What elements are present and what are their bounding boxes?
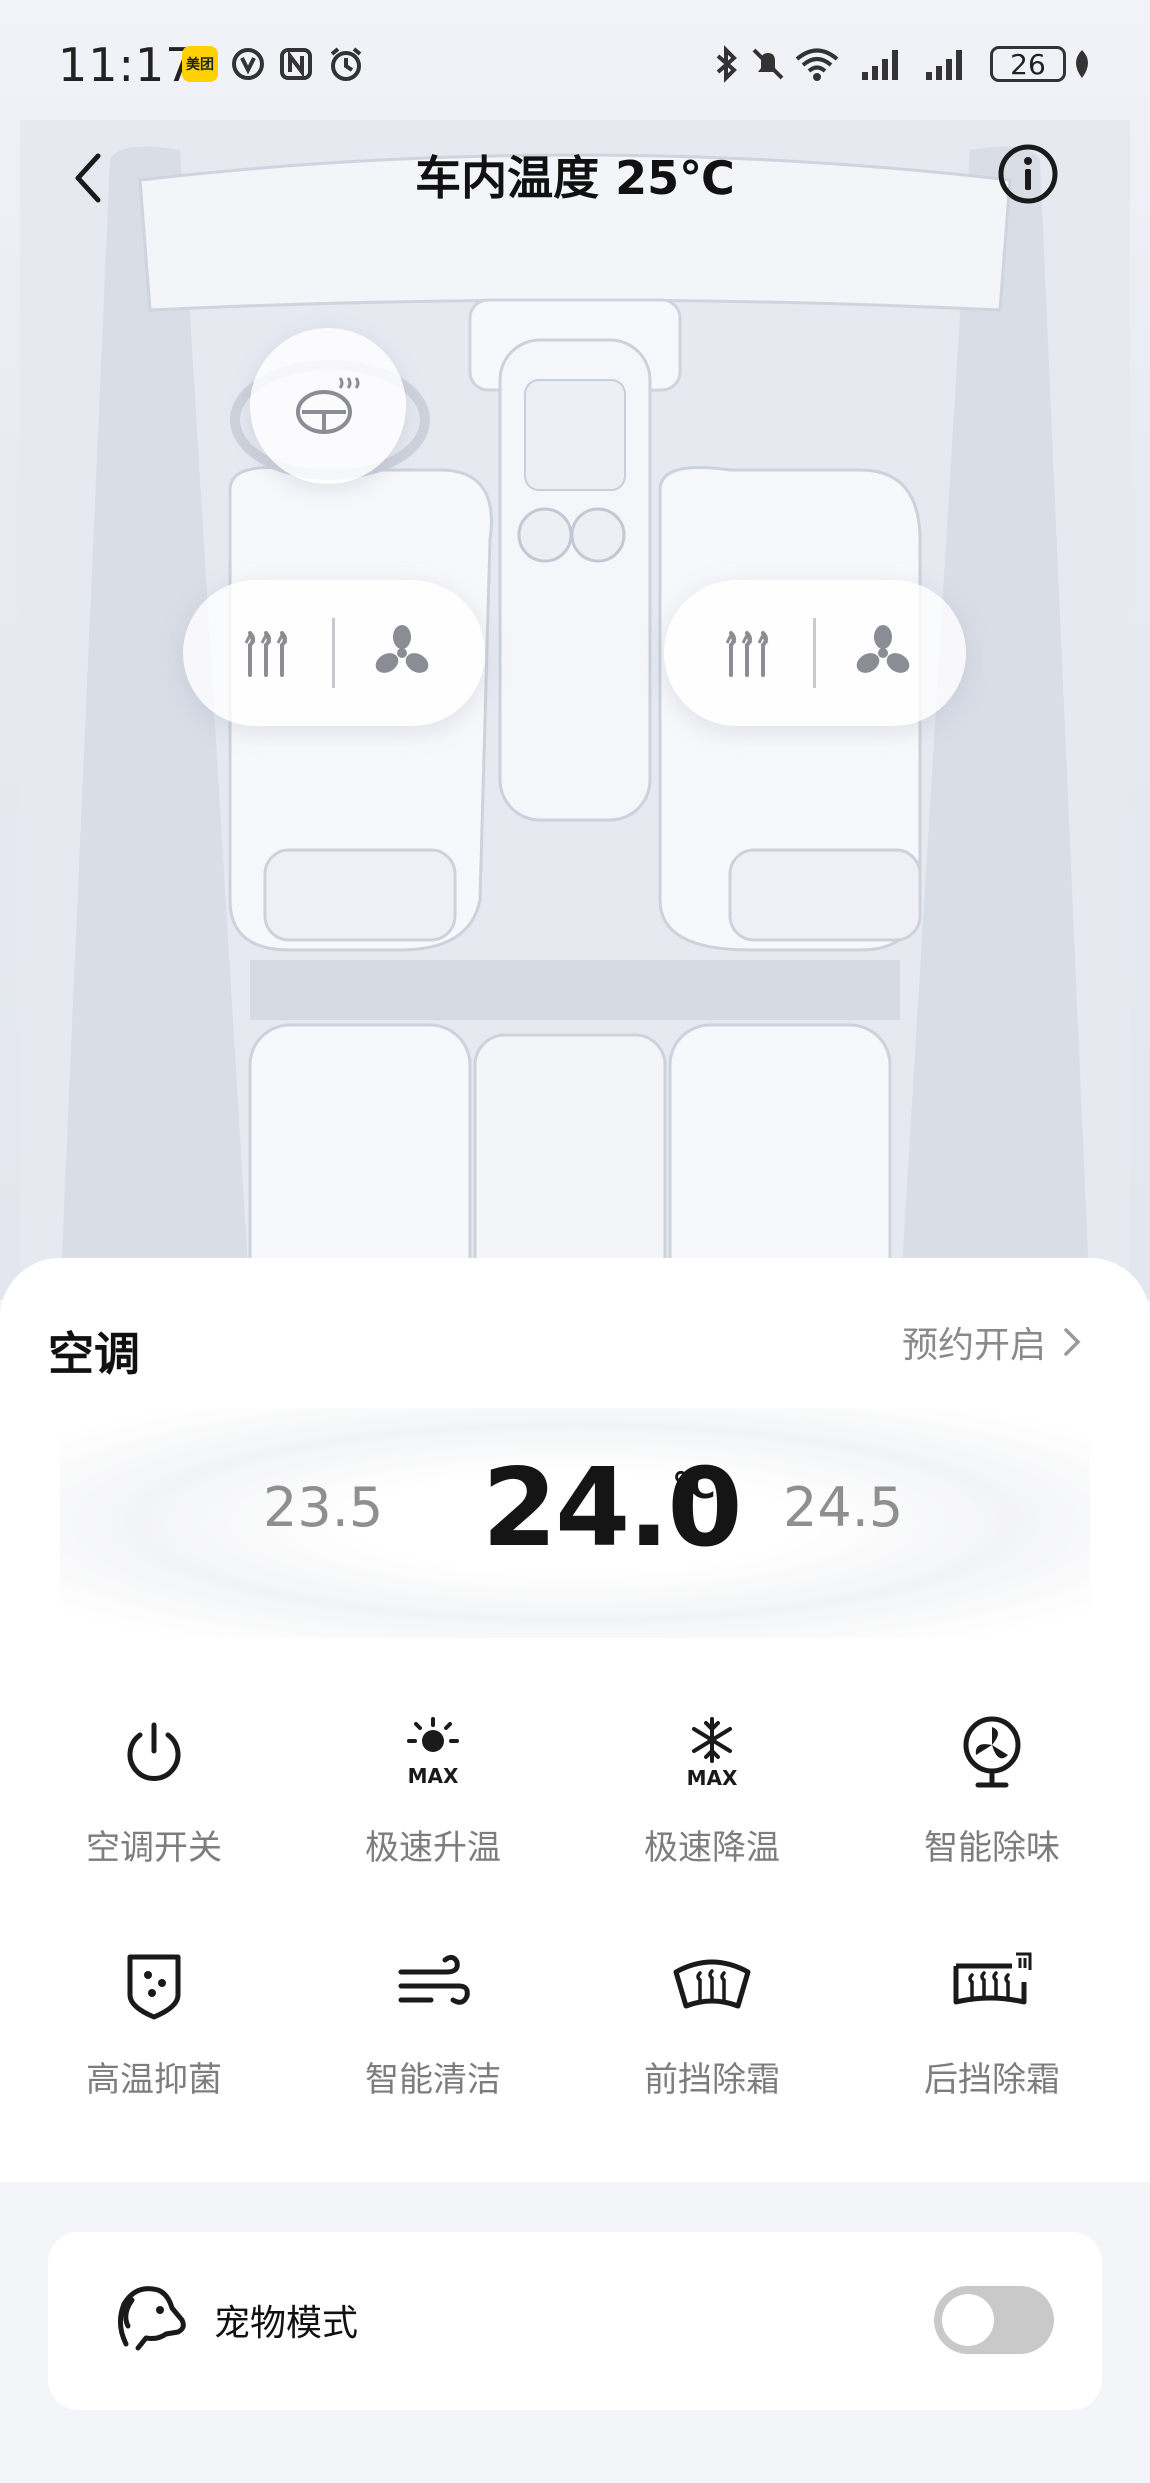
mute-bell-icon (752, 48, 784, 80)
temp-unit: ℃ (672, 1466, 716, 1507)
fan-purify-icon (947, 1708, 1037, 1798)
steering-wheel-heat-icon (296, 377, 360, 434)
wind-icon (388, 1940, 478, 2030)
front-defrost-button[interactable]: 前挡除霜 (582, 1940, 842, 2140)
control-label: 高温抑菌 (86, 2060, 222, 2100)
pill-divider (813, 618, 817, 688)
pet-mode-toggle[interactable] (934, 2286, 1054, 2354)
steering-wheel-heat-button[interactable] (250, 328, 406, 484)
status-bar: 11:17 美团 26 (0, 0, 1150, 130)
status-time: 11:17 (58, 38, 196, 92)
schedule-label: 预约开启 (901, 1325, 1046, 1366)
snowflake-max-icon: MAX (667, 1708, 757, 1798)
sun-max-icon: MAX (388, 1708, 478, 1798)
rear-defrost-button[interactable]: 后挡除霜 (862, 1940, 1122, 2140)
climate-panel: 空调 预约开启 23.5 24.0 ℃ 24.5 空调开关 MAX 极速升温 M… (0, 1258, 1150, 2182)
schedule-link[interactable]: 预约开启 (902, 1316, 1084, 1368)
temp-option-lower[interactable]: 23.5 (263, 1476, 383, 1539)
smart-deodorize-button[interactable]: 智能除味 (862, 1708, 1122, 1908)
alarm-icon (330, 47, 362, 81)
car-hero: 11:17 美团 26 车内温度 25℃ (0, 0, 1150, 1300)
rapid-heat-button[interactable]: MAX 极速升温 (303, 1708, 563, 1908)
control-label: 极速升温 (365, 1828, 501, 1868)
meituan-app-icon: 美团 (182, 46, 218, 82)
seat-heat-icon (725, 631, 769, 677)
control-label: 智能清洁 (365, 2060, 501, 2100)
seat-heat-icon (244, 631, 288, 677)
front-defrost-icon (667, 1940, 757, 2030)
high-temp-sterilize-button[interactable]: 高温抑菌 (24, 1940, 284, 2140)
page-title: 车内温度 25℃ (415, 151, 735, 205)
driver-seat-ventilation-button[interactable] (362, 613, 442, 693)
passenger-seat-controls (664, 580, 966, 726)
bluetooth-icon (716, 45, 737, 83)
chevron-right-icon (1064, 1328, 1081, 1356)
pill-divider (332, 618, 336, 688)
driver-seat-heat-button[interactable] (226, 613, 306, 693)
dog-icon (118, 2286, 186, 2351)
svg-text:MAX: MAX (408, 1764, 459, 1788)
control-label: 前挡除霜 (644, 2060, 780, 2100)
passenger-seat-heat-button[interactable] (707, 613, 787, 693)
temp-option-higher[interactable]: 24.5 (783, 1476, 903, 1539)
vpn-icon (232, 48, 264, 80)
passenger-seat-ventilation-button[interactable] (843, 613, 923, 693)
pet-mode-label: 宠物模式 (214, 2303, 359, 2344)
control-label: 智能除味 (924, 1828, 1060, 1868)
power-icon (109, 1708, 199, 1798)
nfc-icon (280, 48, 312, 80)
rear-defrost-icon (947, 1940, 1037, 2030)
battery-indicator: 26 (990, 46, 1066, 82)
signal-icon-1 (862, 50, 898, 80)
section-title: 空调 (48, 1327, 140, 1381)
top-nav: 车内温度 25℃ (0, 130, 1150, 220)
pet-mode-card: 宠物模式 (48, 2232, 1102, 2410)
toggle-knob (942, 2294, 994, 2346)
seat-fan-icon (856, 625, 910, 673)
signal-icon-2 (926, 50, 962, 80)
svg-text:MAX: MAX (687, 1766, 738, 1790)
leaf-icon (1076, 50, 1088, 78)
temp-current[interactable]: 24.0 (482, 1446, 742, 1571)
smart-clean-button[interactable]: 智能清洁 (303, 1940, 563, 2140)
info-icon[interactable] (996, 142, 1060, 206)
seat-fan-icon (375, 625, 429, 673)
shield-dots-icon (109, 1940, 199, 2030)
control-label: 后挡除霜 (924, 2060, 1060, 2100)
wifi-icon (795, 48, 839, 81)
control-label: 极速降温 (644, 1828, 780, 1868)
ac-power-button[interactable]: 空调开关 (24, 1708, 284, 1908)
driver-seat-controls (183, 580, 485, 726)
rapid-cool-button[interactable]: MAX 极速降温 (582, 1708, 842, 1908)
control-label: 空调开关 (86, 1828, 222, 1868)
